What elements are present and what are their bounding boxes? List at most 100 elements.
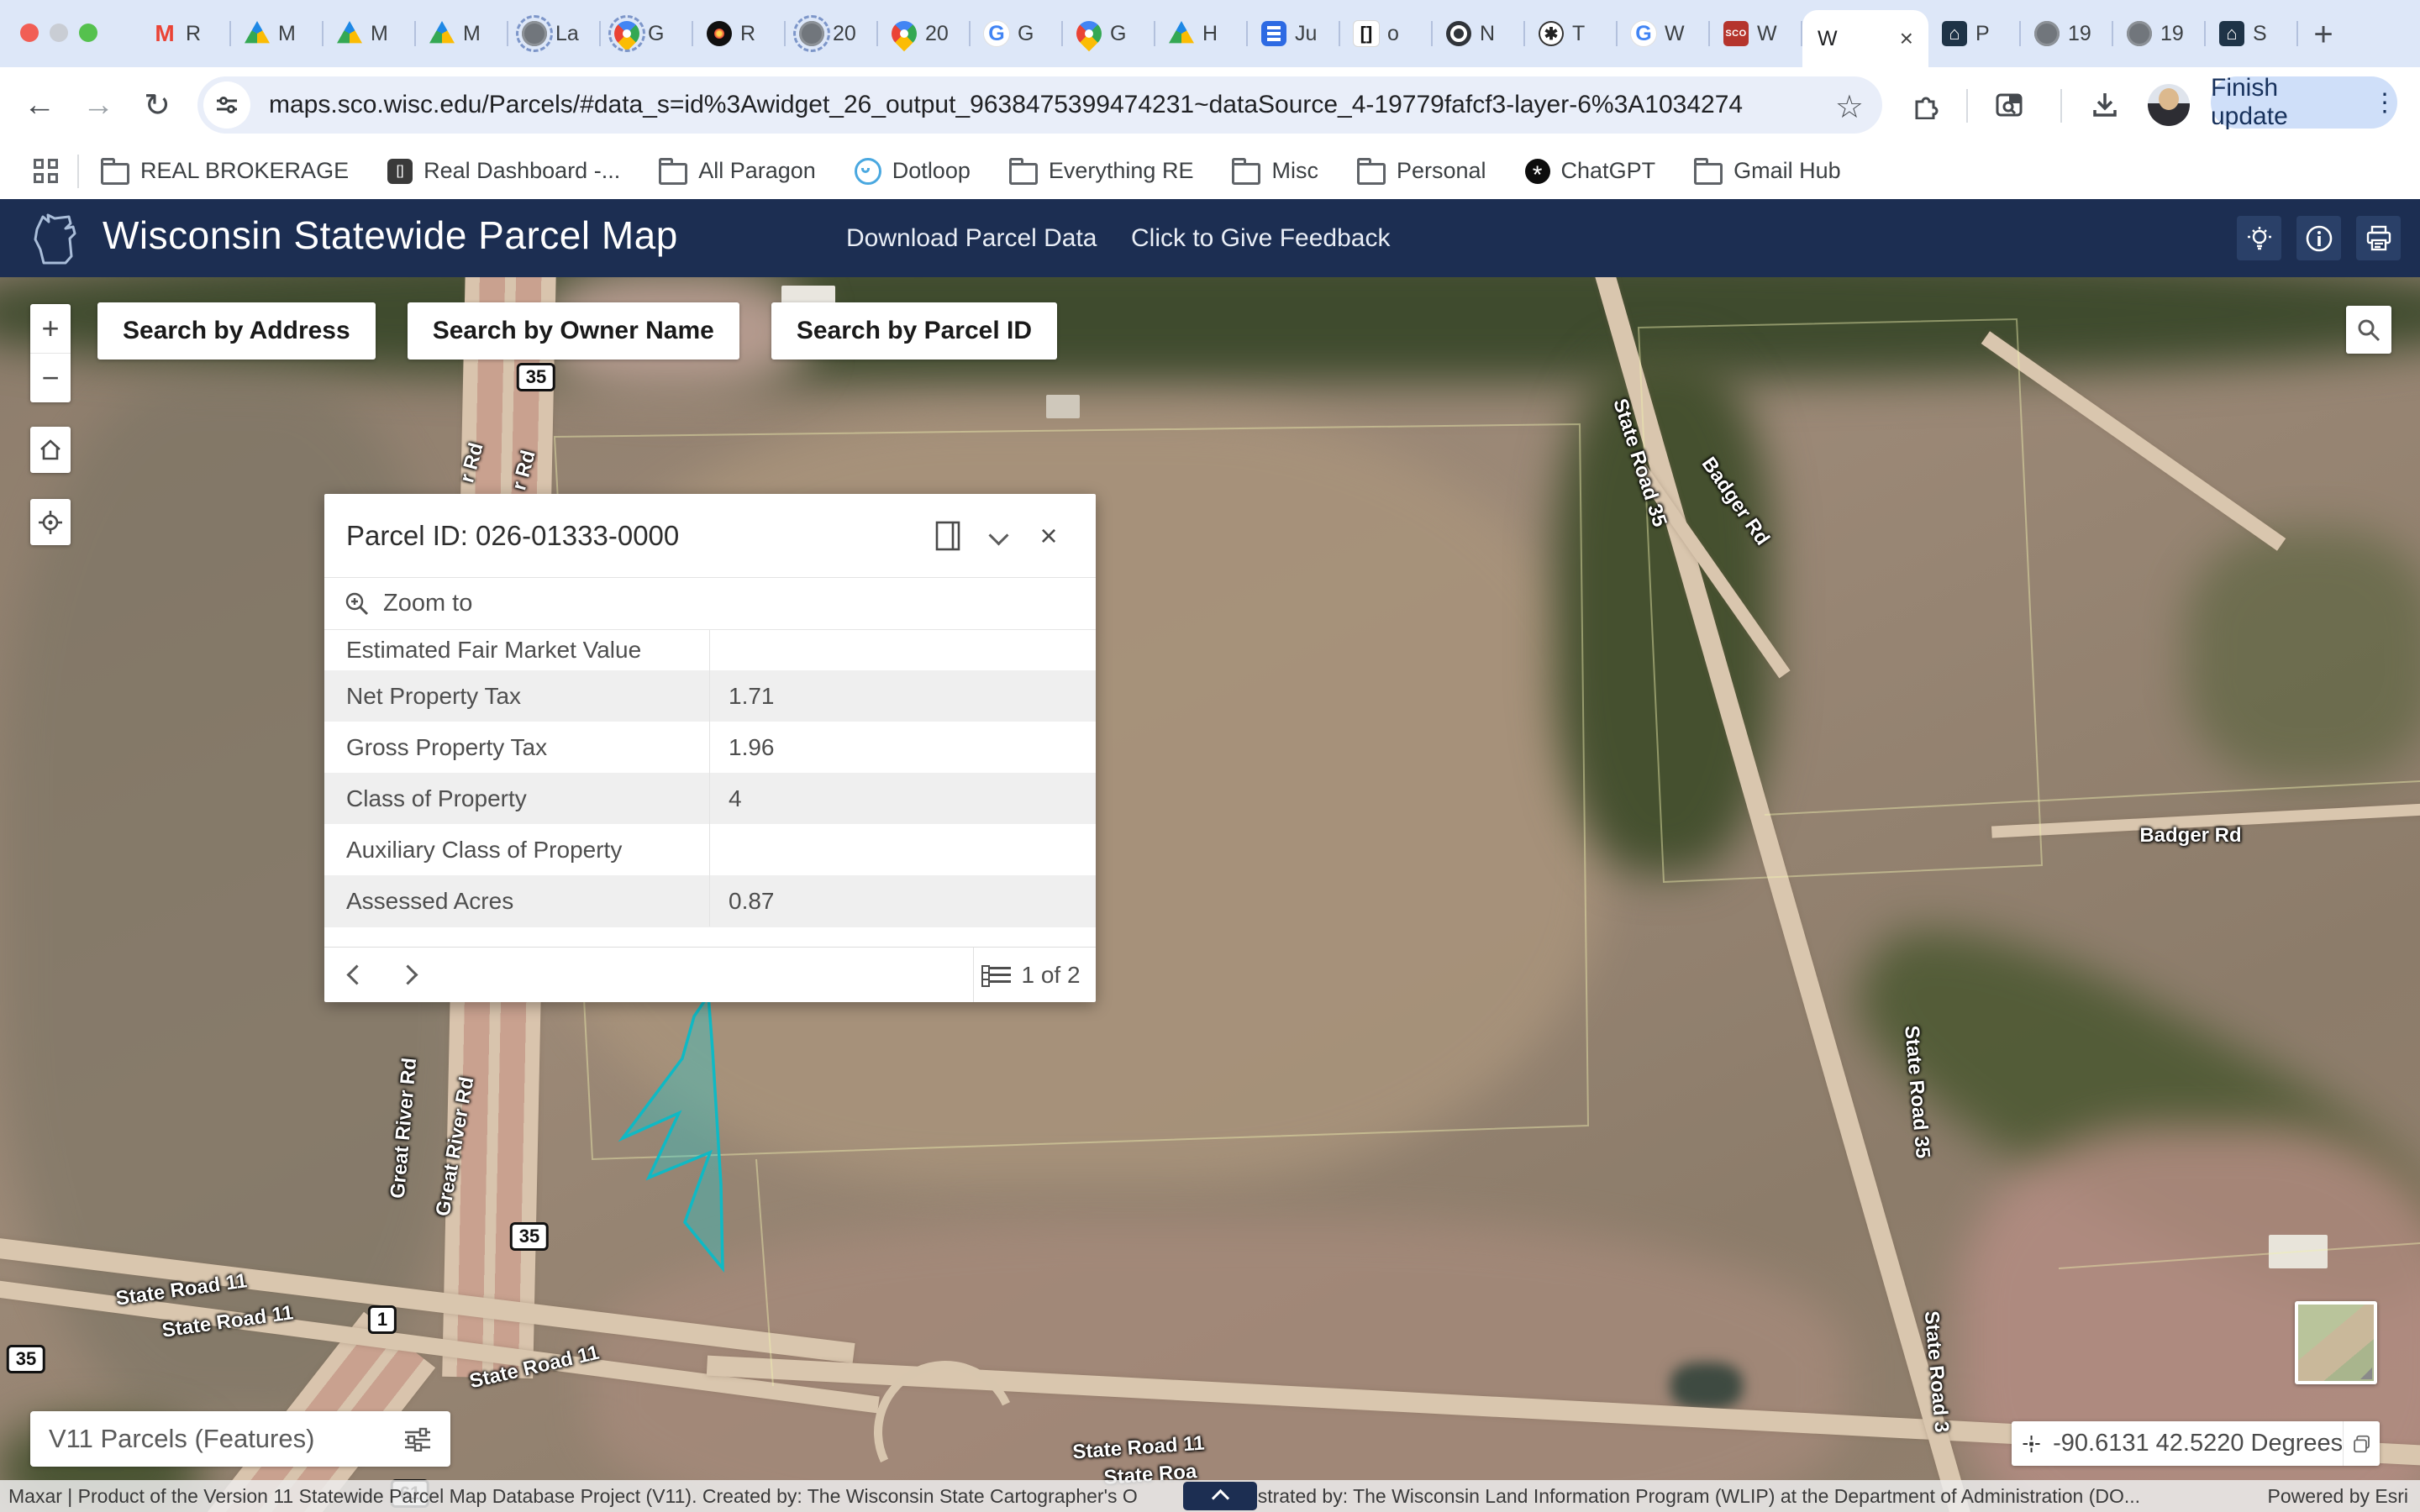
- address-bar[interactable]: maps.sco.wisc.edu/Parcels/#data_s=id%3Aw…: [197, 76, 1882, 134]
- layer-selector[interactable]: V11 Parcels (Features): [30, 1411, 450, 1467]
- browser-tab-15[interactable]: ✱T: [1525, 0, 1618, 67]
- previous-feature-button[interactable]: [346, 964, 366, 984]
- attribute-table[interactable]: Estimated Fair Market ValueNet Property …: [324, 630, 1096, 947]
- tips-button[interactable]: [2237, 216, 2281, 260]
- browser-tab-16[interactable]: GW: [1618, 0, 1710, 67]
- docs-list-favicon-icon: [1261, 21, 1286, 46]
- tab-close-icon[interactable]: ×: [1900, 27, 1913, 50]
- info-button[interactable]: [2296, 216, 2341, 260]
- bookmark-item-all-paragon[interactable]: All Paragon: [659, 158, 816, 185]
- feature-count[interactable]: 1 of 2: [973, 948, 1096, 1002]
- browser-tab-10[interactable]: G: [1063, 0, 1155, 67]
- download-parcel-data-link[interactable]: Download Parcel Data: [846, 224, 1097, 253]
- browser-tab-0[interactable]: MR: [139, 0, 231, 67]
- site-settings-icon[interactable]: [203, 81, 250, 129]
- new-tab-button[interactable]: +: [2304, 15, 2343, 54]
- search-mode-buttons: Search by Address Search by Owner Name S…: [97, 302, 1057, 360]
- browser-tab-6[interactable]: R: [693, 0, 786, 67]
- bookmark-label: Personal: [1397, 158, 1486, 184]
- crosshair-icon[interactable]: [2022, 1431, 2041, 1457]
- browser-tab-19[interactable]: ⌂P: [1928, 0, 2021, 67]
- bookmark-item-real-brokerage[interactable]: REAL BROKERAGE: [101, 158, 349, 185]
- attribution-collapse-button[interactable]: [1183, 1482, 1257, 1510]
- house-dark-favicon-icon: ⌂: [1942, 21, 1967, 46]
- browser-tab-4[interactable]: La: [508, 0, 601, 67]
- filter-sliders-icon[interactable]: [403, 1426, 432, 1452]
- window-minimize-button[interactable]: [50, 24, 68, 42]
- bookmark-item-everything-re[interactable]: Everything RE: [1009, 158, 1194, 185]
- finish-update-button[interactable]: Finish update ⋮: [2211, 76, 2397, 129]
- bookmark-item-dotloop[interactable]: Dotloop: [855, 158, 971, 185]
- attribute-row: Estimated Fair Market Value: [324, 630, 1096, 670]
- zoom-to-action[interactable]: Zoom to: [324, 578, 1096, 630]
- window-close-button[interactable]: [20, 24, 39, 42]
- bookmark-item-personal[interactable]: Personal: [1357, 158, 1486, 185]
- extensions-icon[interactable]: [1906, 86, 1944, 124]
- browser-menu-icon[interactable]: ⋮: [2372, 88, 2397, 118]
- dock-icon: [935, 521, 960, 551]
- tab-title: G: [648, 22, 664, 46]
- url-text[interactable]: maps.sco.wisc.edu/Parcels/#data_s=id%3Aw…: [269, 91, 1743, 119]
- downloads-icon[interactable]: [2086, 86, 2124, 124]
- bookmark-item-gmail-hub[interactable]: Gmail Hub: [1694, 158, 1841, 185]
- forward-button[interactable]: →: [79, 86, 118, 124]
- browser-tab-12[interactable]: Ju: [1248, 0, 1340, 67]
- browser-tab-11[interactable]: H: [1155, 0, 1248, 67]
- profile-avatar[interactable]: [2148, 84, 2190, 126]
- attribute-row: Auxiliary Class of Property: [324, 824, 1096, 875]
- locate-button[interactable]: [30, 499, 71, 545]
- bookmark-label: Dotloop: [892, 158, 971, 184]
- feedback-link[interactable]: Click to Give Feedback: [1131, 224, 1390, 253]
- browser-tab-3[interactable]: M: [416, 0, 508, 67]
- browser-tab-2[interactable]: M: [324, 0, 416, 67]
- next-feature-button[interactable]: [397, 964, 418, 984]
- browser-tab-17[interactable]: SCOW: [1710, 0, 1802, 67]
- back-button[interactable]: ←: [20, 86, 59, 124]
- map-search-button[interactable]: [2346, 306, 2391, 354]
- print-button[interactable]: [2356, 216, 2401, 260]
- browser-tab-22[interactable]: ⌂S: [2206, 0, 2298, 67]
- zoom-to-icon: [345, 591, 370, 617]
- bookmark-item-chatgpt[interactable]: *ChatGPT: [1525, 158, 1656, 184]
- drive-favicon-icon: [429, 21, 455, 46]
- bookmark-star-icon[interactable]: ☆: [1835, 88, 1864, 126]
- bookmark-item-real-dashboard-[interactable]: []Real Dashboard -...: [387, 158, 620, 184]
- reload-button[interactable]: ↻: [138, 86, 176, 124]
- attribute-row: Class of Property4: [324, 773, 1096, 824]
- zoom-in-button[interactable]: +: [30, 304, 71, 353]
- apps-grid-icon[interactable]: [34, 159, 59, 184]
- copy-icon[interactable]: [2352, 1431, 2371, 1457]
- browser-tab-8[interactable]: 20: [878, 0, 971, 67]
- r-dark-favicon-icon: [707, 21, 732, 46]
- browser-tab-1[interactable]: M: [231, 0, 324, 67]
- bookmark-label: ChatGPT: [1561, 158, 1656, 184]
- zoom-out-button[interactable]: −: [30, 353, 71, 402]
- browser-tab-14[interactable]: N: [1433, 0, 1525, 67]
- collapse-popup-button[interactable]: [973, 528, 1023, 543]
- browser-tab-13[interactable]: []o: [1340, 0, 1433, 67]
- tab-title: 20: [833, 22, 856, 46]
- dock-popup-button[interactable]: [923, 521, 973, 551]
- attribute-label: Net Property Tax: [324, 670, 710, 722]
- search-by-address-button[interactable]: Search by Address: [97, 302, 376, 360]
- browser-tab-7[interactable]: 20: [786, 0, 878, 67]
- browser-tab-21[interactable]: 19: [2113, 0, 2206, 67]
- window-zoom-button[interactable]: [79, 24, 97, 42]
- browser-tab-9[interactable]: GG: [971, 0, 1063, 67]
- map-canvas[interactable]: Great River RdGreat River Rdr Rdr RdStat…: [0, 277, 2420, 1512]
- tab-search-icon[interactable]: [1990, 86, 2028, 124]
- tab-title: H: [1202, 22, 1218, 46]
- bookmark-item-misc[interactable]: Misc: [1232, 158, 1318, 185]
- search-by-parcel-button[interactable]: Search by Parcel ID: [771, 302, 1057, 360]
- dotloop-icon: [855, 158, 881, 185]
- wisconsin-logo-icon: [29, 209, 81, 270]
- search-by-owner-button[interactable]: Search by Owner Name: [408, 302, 739, 360]
- bracket-favicon-icon: []: [1354, 21, 1379, 46]
- road-label: Badger Rd: [2139, 824, 2241, 848]
- close-popup-button[interactable]: ×: [1023, 518, 1074, 554]
- home-button[interactable]: [30, 427, 71, 473]
- browser-tab-20[interactable]: 19: [2021, 0, 2113, 67]
- browser-tab-5[interactable]: G: [601, 0, 693, 67]
- overview-inset-map[interactable]: [2295, 1301, 2377, 1384]
- browser-tab-18-active[interactable]: W×: [1802, 10, 1928, 67]
